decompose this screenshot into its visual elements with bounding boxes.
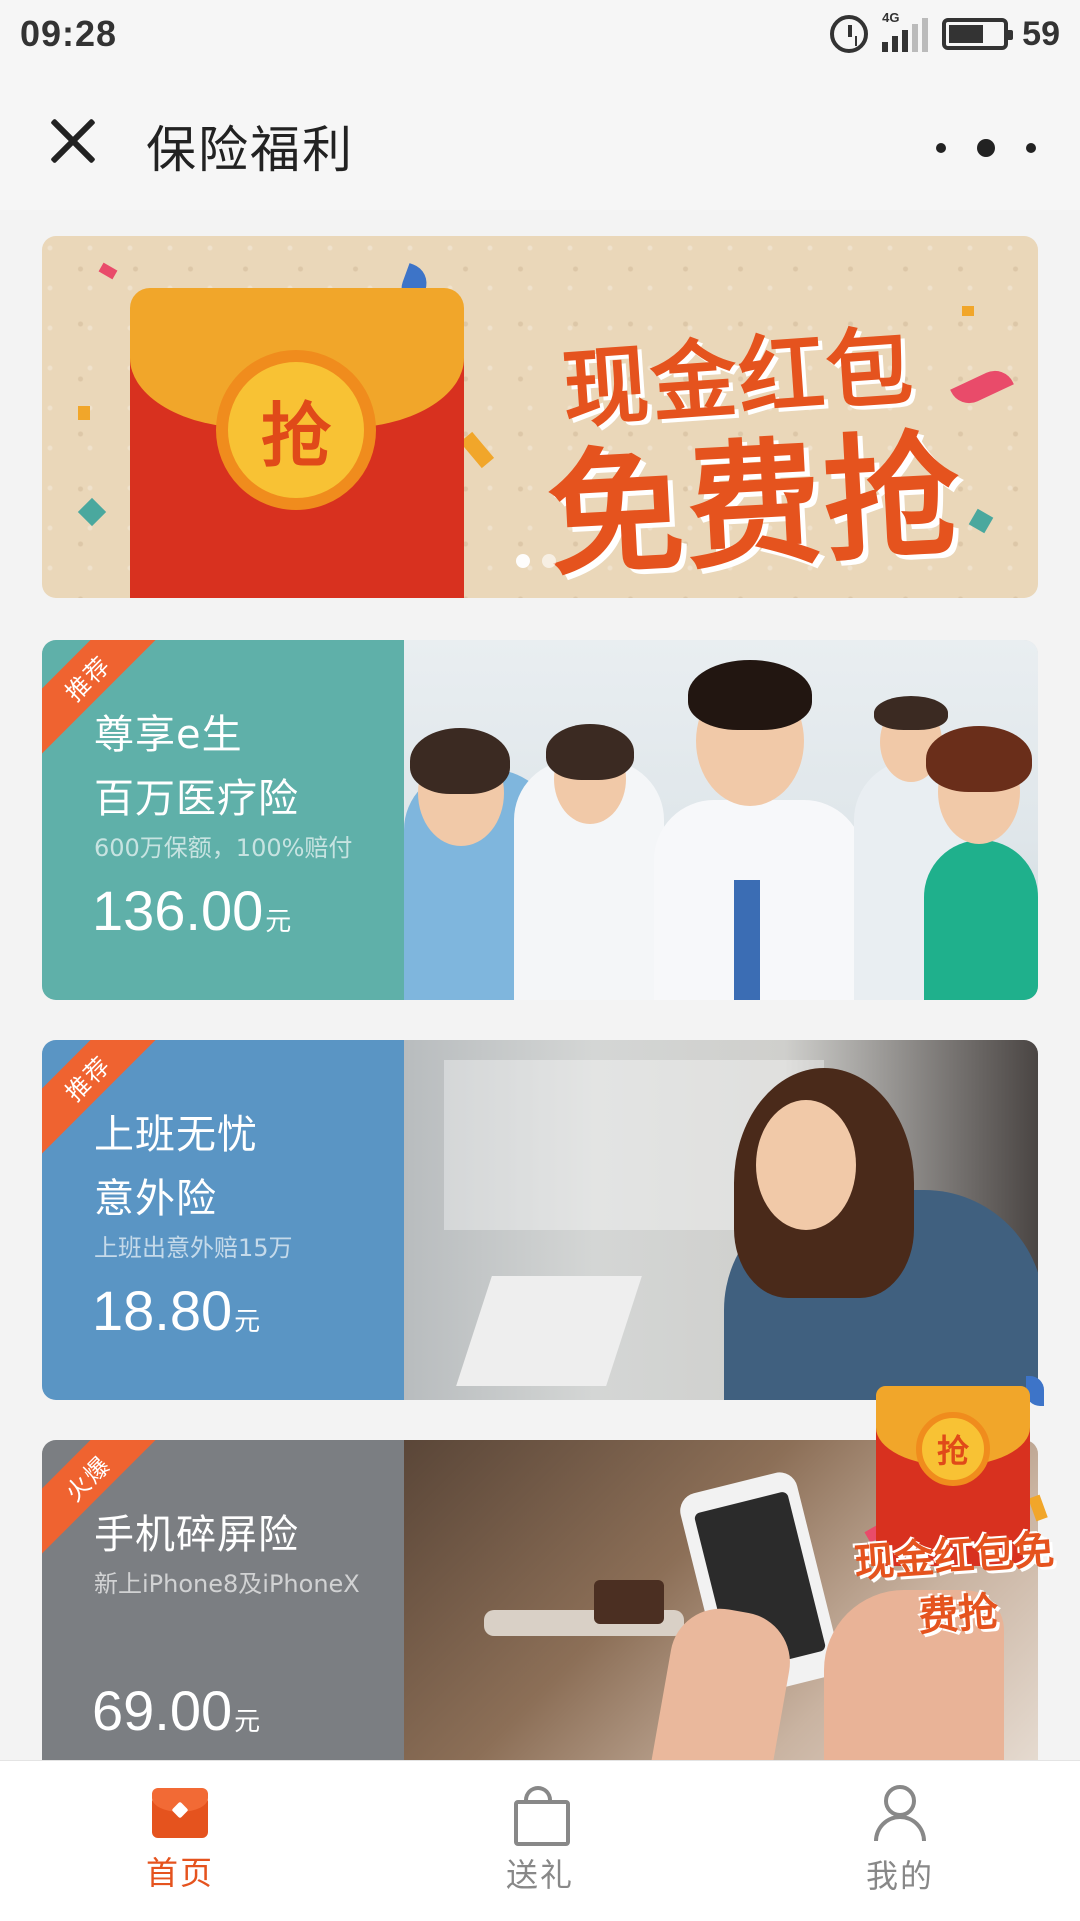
carousel-dot[interactable] xyxy=(516,554,530,568)
status-time: 09:28 xyxy=(20,13,118,54)
product-card-accident[interactable]: 推荐 上班无忧 意外险 上班出意外赔15万 18.80元 xyxy=(42,1040,1038,1400)
product-price: 69.00元 xyxy=(92,1679,261,1742)
red-envelope-illustration: 抢 xyxy=(130,288,464,598)
product-subtitle: 600万保额，100%赔付 xyxy=(94,834,353,862)
product-info: 推荐 尊享e生 百万医疗险 600万保额，100%赔付 136.00元 xyxy=(42,640,404,1000)
promo-banner[interactable]: 抢 现金红包 免费抢 xyxy=(42,236,1038,598)
tab-label: 我的 xyxy=(865,1857,934,1895)
tab-profile[interactable]: 我的 xyxy=(720,1761,1080,1921)
floating-red-packet[interactable]: 抢 现金红包免费抢 xyxy=(853,1376,1056,1641)
product-info: 火爆 手机碎屏险 新上iPhone8及iPhoneX 69.00元 xyxy=(42,1440,404,1780)
user-icon xyxy=(872,1785,928,1841)
product-title-line2: 百万医疗险 xyxy=(94,776,299,822)
more-options-icon[interactable] xyxy=(936,128,1036,168)
product-price: 18.80元 xyxy=(92,1279,261,1342)
product-subtitle: 新上iPhone8及iPhoneX xyxy=(94,1570,360,1598)
tab-label: 首页 xyxy=(145,1854,214,1892)
tab-home[interactable]: 首页 xyxy=(0,1761,360,1921)
floating-grab-coin: 抢 xyxy=(916,1412,990,1486)
doctors-photo xyxy=(404,640,1038,1000)
tag-label: 推荐 xyxy=(59,1050,117,1107)
product-title-line2: 意外险 xyxy=(94,1176,217,1222)
product-title: 上班无忧 xyxy=(94,1112,258,1158)
network-type: 4G xyxy=(882,10,900,25)
nav-bar: 保险福利 xyxy=(0,68,1080,210)
product-info: 推荐 上班无忧 意外险 上班出意外赔15万 18.80元 xyxy=(42,1040,404,1400)
floating-packet-label: 现金红包免费抢 xyxy=(852,1527,1056,1641)
banner-subheadline: 免费抢 xyxy=(543,417,966,597)
battery-icon xyxy=(942,18,1014,50)
tag-label: 推荐 xyxy=(59,650,117,707)
status-bar: 09:28 4G 59 xyxy=(0,0,1080,68)
home-icon xyxy=(152,1788,208,1838)
carousel-indicator xyxy=(516,554,556,568)
tag-label: 火爆 xyxy=(59,1450,117,1507)
grab-coin: 抢 xyxy=(216,350,376,510)
product-card-medical[interactable]: 推荐 尊享e生 百万医疗险 600万保额，100%赔付 136.00元 xyxy=(42,640,1038,1000)
tab-gift[interactable]: 送礼 xyxy=(360,1761,720,1921)
alarm-icon xyxy=(830,15,869,53)
product-price: 136.00元 xyxy=(92,879,292,942)
product-title: 尊享e生 xyxy=(94,712,243,758)
carousel-dot[interactable] xyxy=(542,554,556,568)
page-title: 保险福利 xyxy=(146,121,354,179)
tab-label: 送礼 xyxy=(505,1856,574,1894)
office-worker-photo xyxy=(404,1040,1038,1400)
close-icon[interactable] xyxy=(40,108,106,174)
product-title: 手机碎屏险 xyxy=(94,1512,299,1558)
signal-icon: 4G xyxy=(882,10,929,52)
bottom-tab-bar: 首页 送礼 我的 xyxy=(0,1760,1080,1921)
battery-level: 59 xyxy=(1022,14,1060,53)
product-subtitle: 上班出意外赔15万 xyxy=(94,1234,293,1262)
gift-icon xyxy=(512,1786,570,1846)
